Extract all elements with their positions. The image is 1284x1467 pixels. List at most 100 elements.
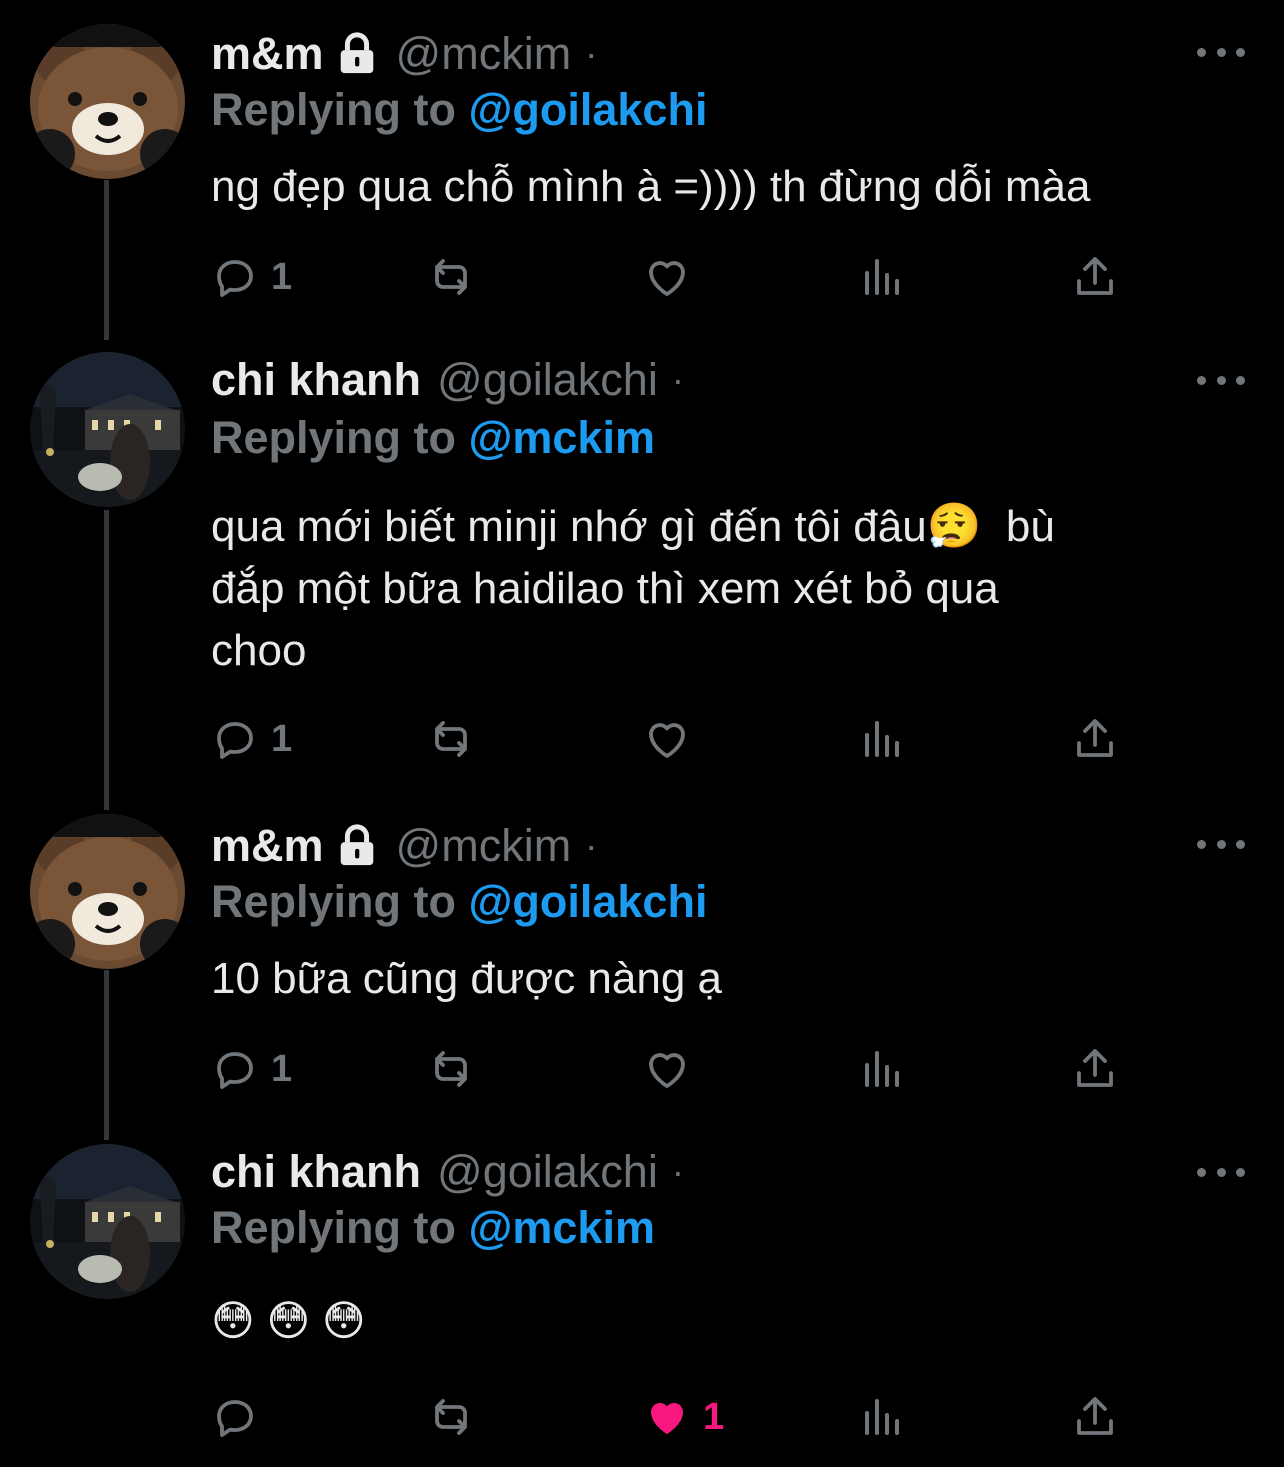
avatar[interactable] [30, 24, 185, 179]
share-button[interactable] [1071, 714, 1119, 764]
views-icon [865, 721, 899, 757]
display-name[interactable]: chi khanh [211, 1146, 421, 1198]
like-button[interactable]: 1 [643, 1392, 724, 1442]
more-icon[interactable] [1197, 834, 1245, 854]
replying-to: Replying to @mckim [211, 1202, 655, 1254]
tweet[interactable]: m&m @mckim · Replying to @goilakchi ng đ… [0, 0, 1284, 340]
views-button[interactable] [859, 714, 907, 764]
like-icon-filled [651, 1403, 683, 1434]
tweet-header: m&m @mckim · [211, 816, 597, 876]
share-button[interactable] [1071, 1044, 1119, 1094]
mention-link[interactable]: @mckim [469, 1202, 655, 1253]
thread-line [104, 180, 109, 340]
mention-link[interactable]: @goilakchi [469, 84, 708, 135]
thread-line [104, 970, 109, 1140]
reply-icon [217, 1400, 253, 1437]
replying-prefix: Replying to [211, 876, 456, 927]
retweet-icon [435, 1051, 467, 1087]
retweet-icon [435, 1399, 467, 1435]
mention-link[interactable]: @goilakchi [469, 876, 708, 927]
avatar[interactable] [30, 1144, 185, 1299]
mention-link[interactable]: @mckim [469, 412, 655, 463]
reply-button[interactable]: 1 [211, 714, 292, 764]
handle[interactable]: @goilakchi [437, 1146, 658, 1198]
more-icon[interactable] [1197, 1162, 1245, 1182]
replying-prefix: Replying to [211, 412, 456, 463]
replying-to: Replying to @mckim [211, 412, 655, 464]
bear-avatar-image [30, 814, 185, 969]
share-icon [1077, 719, 1113, 757]
display-name[interactable]: m&m [211, 820, 324, 872]
share-button[interactable] [1071, 1392, 1119, 1442]
reply-button[interactable] [211, 1392, 271, 1442]
separator-dot: · [671, 1151, 684, 1192]
like-button[interactable] [643, 1044, 691, 1094]
lock-icon [340, 824, 373, 866]
like-button[interactable] [643, 714, 691, 764]
replying-prefix: Replying to [211, 84, 456, 135]
tweet[interactable]: chi khanh @goilakchi · Replying to @mcki… [0, 340, 1284, 810]
reply-button[interactable]: 1 [211, 252, 292, 302]
reply-count: 1 [271, 255, 293, 298]
avatar[interactable] [30, 814, 185, 969]
tweet-actions: 1 [211, 252, 1211, 302]
handle[interactable]: @mckim [396, 820, 572, 872]
night-photo-avatar-image [30, 1144, 185, 1299]
views-icon [865, 259, 899, 295]
like-icon [649, 261, 685, 296]
replying-to: Replying to @goilakchi [211, 84, 707, 136]
retweet-button[interactable] [427, 1044, 475, 1094]
replying-to: Replying to @goilakchi [211, 876, 707, 928]
views-button[interactable] [859, 1392, 907, 1442]
tweet-header: m&m @mckim · [211, 24, 597, 84]
separator-dot: · [585, 33, 598, 74]
tweet[interactable]: m&m @mckim · Replying to @goilakchi 10 b… [0, 800, 1284, 1140]
reply-icon [217, 1052, 253, 1089]
views-icon [865, 1051, 899, 1087]
like-count: 1 [703, 1395, 725, 1438]
views-button[interactable] [859, 252, 907, 302]
reply-icon [217, 260, 253, 297]
views-icon [865, 1399, 899, 1435]
tweet-actions: 1 [211, 1392, 1211, 1442]
tweet-header: chi khanh @goilakchi · [211, 1142, 684, 1202]
reply-count: 1 [271, 717, 293, 760]
thread-line [104, 510, 109, 810]
replying-prefix: Replying to [211, 1202, 456, 1253]
separator-dot: · [585, 825, 598, 866]
tweet[interactable]: chi khanh @goilakchi · Replying to @mcki… [0, 1130, 1284, 1467]
tweet-text: qua mới biết minji nhớ gì đến tôi đâu😮‍💨… [211, 502, 1055, 675]
tweet-header: chi khanh @goilakchi · [211, 350, 684, 410]
retweet-icon [435, 721, 467, 757]
share-icon [1077, 1397, 1113, 1435]
tweet-actions: 1 [211, 1044, 1211, 1094]
tweet-text: 😳 😳 😳 [211, 1297, 366, 1344]
more-icon[interactable] [1197, 42, 1245, 62]
like-icon [649, 1053, 685, 1088]
reply-icon [217, 722, 253, 759]
share-button[interactable] [1071, 252, 1119, 302]
reply-count: 1 [271, 1047, 293, 1090]
display-name[interactable]: chi khanh [211, 354, 421, 406]
retweet-button[interactable] [427, 252, 475, 302]
handle[interactable]: @goilakchi [437, 354, 658, 406]
retweet-button[interactable] [427, 1392, 475, 1442]
retweet-icon [435, 259, 467, 295]
lock-icon [340, 32, 373, 74]
bear-avatar-image [30, 24, 185, 179]
tweet-text: 10 bữa cũng được nàng ạ [211, 954, 723, 1003]
like-button[interactable] [643, 252, 691, 302]
views-button[interactable] [859, 1044, 907, 1094]
avatar[interactable] [30, 352, 185, 507]
reply-button[interactable]: 1 [211, 1044, 292, 1094]
tweet-text: ng đẹp qua chỗ mình à =)))) th đừng dỗi … [211, 162, 1091, 211]
handle[interactable]: @mckim [396, 28, 572, 80]
separator-dot: · [671, 359, 684, 400]
share-icon [1077, 1049, 1113, 1087]
night-photo-avatar-image [30, 352, 185, 507]
retweet-button[interactable] [427, 714, 475, 764]
share-icon [1077, 257, 1113, 295]
tweet-actions: 1 [211, 714, 1211, 764]
display-name[interactable]: m&m [211, 28, 324, 80]
more-icon[interactable] [1197, 370, 1245, 390]
